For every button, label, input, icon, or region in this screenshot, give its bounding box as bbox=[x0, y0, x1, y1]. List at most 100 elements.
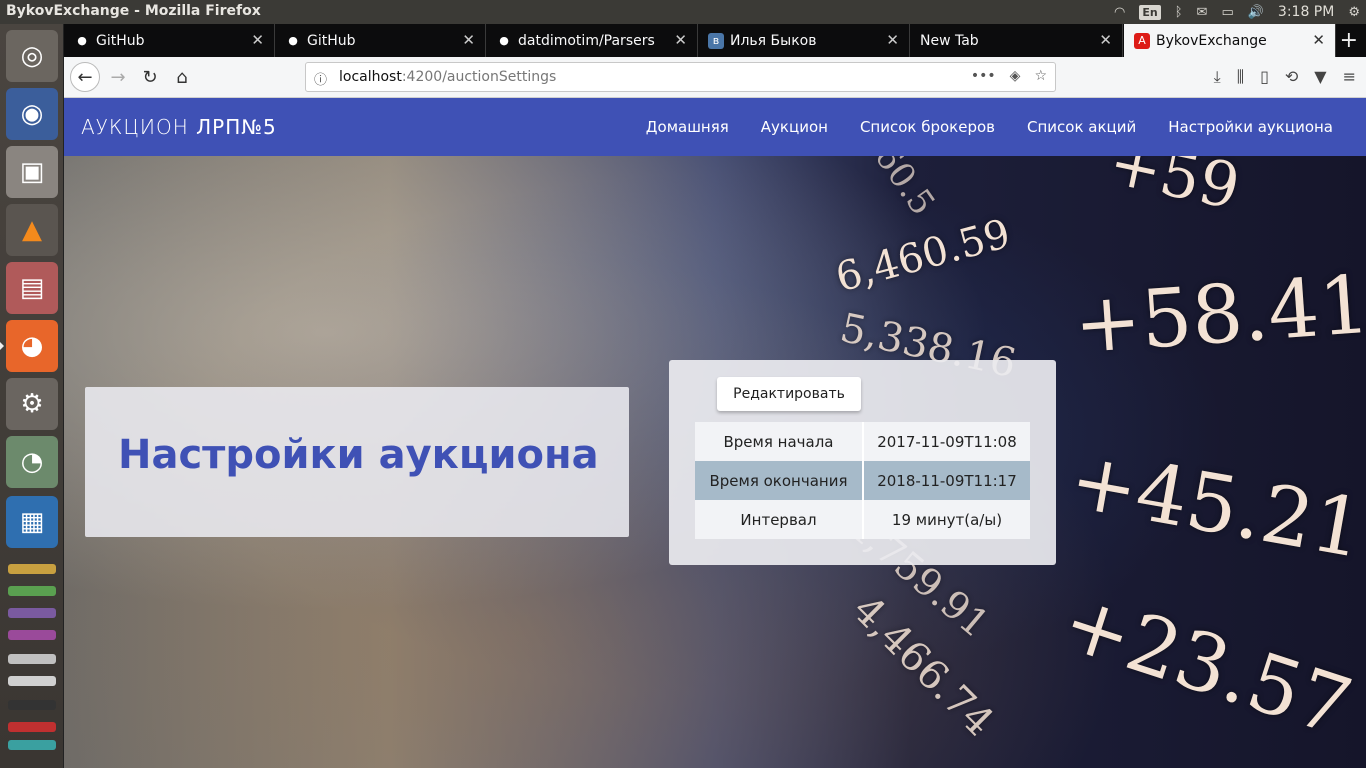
app-brand[interactable]: АУКЦИОН ЛРП№5 bbox=[81, 115, 277, 139]
back-arrow-icon[interactable]: ← bbox=[70, 62, 100, 92]
bg-ticker-number: 6,460.59 bbox=[831, 210, 1016, 302]
libreoffice-writer-icon[interactable]: ▦ bbox=[6, 496, 58, 548]
chromium-icon[interactable]: ◉ bbox=[6, 88, 58, 140]
table-row: Интервал 19 минут(а/ы) bbox=[695, 500, 1030, 539]
close-tab-icon[interactable]: ✕ bbox=[674, 31, 687, 49]
stacked-app-icon[interactable] bbox=[8, 630, 56, 640]
close-tab-icon[interactable]: ✕ bbox=[1312, 31, 1325, 49]
browser-tab-active[interactable]: A BykovExchange ✕ bbox=[1124, 24, 1336, 57]
library-icon[interactable]: ⫼ bbox=[1237, 67, 1244, 87]
sidebar-icon[interactable]: ▯ bbox=[1260, 67, 1269, 87]
vlc-icon[interactable]: ▲ bbox=[6, 204, 58, 256]
site-info-icon[interactable]: ⓘ bbox=[314, 69, 327, 88]
setting-value: 2018-11-09T11:17 bbox=[863, 461, 1030, 500]
edit-button[interactable]: Редактировать bbox=[717, 377, 861, 411]
stacked-app-icon[interactable] bbox=[8, 722, 56, 732]
nav-link-brokers[interactable]: Список брокеров bbox=[860, 118, 995, 136]
stacked-app-icon[interactable] bbox=[8, 676, 56, 686]
tab-label: New Tab bbox=[920, 32, 979, 49]
extension-icon[interactable]: ▼ bbox=[1314, 67, 1326, 87]
tab-label: GitHub bbox=[96, 32, 145, 49]
system-settings-icon[interactable]: ⚙ bbox=[6, 378, 58, 430]
settings-table: Время начала 2017-11-09T11:08 Время окон… bbox=[695, 422, 1030, 539]
home-icon[interactable]: ⌂ bbox=[168, 63, 196, 91]
tab-label: GitHub bbox=[307, 32, 356, 49]
tab-label: Илья Быков bbox=[730, 32, 817, 49]
setting-value: 2017-11-09T11:08 bbox=[863, 422, 1030, 461]
browser-tab[interactable]: ● GitHub ✕ bbox=[64, 24, 275, 57]
browser-tab[interactable]: New Tab ✕ bbox=[910, 24, 1123, 57]
nav-link-home[interactable]: Домашняя bbox=[646, 118, 729, 136]
download-icon[interactable]: ⤓ bbox=[1214, 67, 1221, 87]
stacked-terminal-icon[interactable] bbox=[8, 700, 56, 710]
setting-key: Время окончания bbox=[695, 461, 864, 500]
clock[interactable]: 3:18 PM bbox=[1278, 4, 1334, 20]
title-card: Настройки аукциона bbox=[85, 387, 629, 537]
bg-ticker-number: +23.57 bbox=[1051, 574, 1363, 755]
url-bar[interactable]: ⓘ localhost:4200/auctionSettings ••• ◈ ☆ bbox=[305, 62, 1056, 92]
tab-label: datdimotim/Parsers bbox=[518, 32, 655, 49]
sync-icon[interactable]: ⟲ bbox=[1285, 67, 1298, 87]
stacked-app-icon[interactable] bbox=[8, 608, 56, 618]
nav-link-auction[interactable]: Аукцион bbox=[761, 118, 828, 136]
bg-ticker-number: +45.21 bbox=[1063, 433, 1366, 576]
volume-icon[interactable]: 🔊 bbox=[1248, 5, 1264, 20]
keyboard-layout-indicator[interactable]: En bbox=[1139, 4, 1161, 20]
github-icon: ● bbox=[499, 34, 509, 47]
app-header: АУКЦИОН ЛРП№5 Домашняя Аукцион Список бр… bbox=[64, 98, 1366, 156]
software-center-icon[interactable]: ▣ bbox=[6, 146, 58, 198]
disk-usage-icon[interactable]: ◔ bbox=[6, 436, 58, 488]
mail-icon[interactable]: ✉ bbox=[1197, 5, 1208, 20]
tab-label: BykovExchange bbox=[1156, 32, 1267, 49]
table-row: Время начала 2017-11-09T11:08 bbox=[695, 422, 1030, 461]
brand-prefix: АУКЦИОН bbox=[81, 115, 197, 139]
wifi-icon[interactable]: ◠ bbox=[1114, 5, 1125, 20]
close-tab-icon[interactable]: ✕ bbox=[886, 31, 899, 49]
unity-launcher: ◎ ◉ ▣ ▲ ▤ ◕ ⚙ ◔ ▦ bbox=[0, 24, 64, 768]
stacked-app-icon[interactable] bbox=[8, 654, 56, 664]
stacked-app-icon[interactable] bbox=[8, 564, 56, 574]
browser-tab[interactable]: в Илья Быков ✕ bbox=[698, 24, 910, 57]
browser-tab[interactable]: ● GitHub ✕ bbox=[275, 24, 486, 57]
setting-key: Время начала bbox=[695, 422, 864, 461]
stacked-app-icon[interactable] bbox=[8, 586, 56, 596]
page-title: Настройки аукциона bbox=[118, 432, 599, 478]
firefox-icon[interactable]: ◕ bbox=[0, 320, 58, 372]
menu-hamburger-icon[interactable]: ≡ bbox=[1343, 67, 1356, 87]
url-path: :4200/auctionSettings bbox=[401, 69, 557, 85]
battery-icon[interactable]: ▭ bbox=[1221, 5, 1233, 20]
github-icon: ● bbox=[288, 34, 298, 47]
angular-icon: A bbox=[1134, 32, 1150, 49]
auction-settings-card: Редактировать Время начала 2017-11-09T11… bbox=[669, 360, 1056, 565]
close-tab-icon[interactable]: ✕ bbox=[462, 31, 475, 49]
settings-gear-icon[interactable]: ⚙ bbox=[1348, 5, 1360, 20]
close-tab-icon[interactable]: ✕ bbox=[251, 31, 264, 49]
navigation-toolbar: ← → ↻ ⌂ ⓘ localhost:4200/auctionSettings… bbox=[64, 57, 1366, 98]
system-top-panel: BykovExchange - Mozilla Firefox ◠ En ᛒ ✉… bbox=[0, 0, 1366, 24]
setting-key: Интервал bbox=[695, 500, 864, 539]
nav-link-stocks[interactable]: Список акций bbox=[1027, 118, 1136, 136]
forward-arrow-icon[interactable]: → bbox=[104, 63, 132, 91]
main-menu: Домашняя Аукцион Список брокеров Список … bbox=[646, 118, 1333, 136]
bookmark-star-icon[interactable]: ☆ bbox=[1034, 68, 1047, 84]
tab-strip: ● GitHub ✕ ● GitHub ✕ ● datdimotim/Parse… bbox=[64, 24, 1366, 57]
page-viewport: +59 5,260.5 6,460.59 +58.41 5,338.16 +45… bbox=[64, 98, 1366, 768]
new-tab-plus-icon[interactable]: + bbox=[1340, 28, 1358, 53]
window-title: BykovExchange - Mozilla Firefox bbox=[6, 3, 261, 19]
ubuntu-dash-icon[interactable]: ◎ bbox=[6, 30, 58, 82]
files-icon[interactable]: ▤ bbox=[6, 262, 58, 314]
system-tray: ◠ En ᛒ ✉ ▭ 🔊 3:18 PM ⚙ bbox=[1114, 0, 1360, 24]
toolbar-icons: ⤓ ⫼ ▯ ⟲ ▼ ≡ bbox=[1214, 67, 1356, 87]
pocket-icon[interactable]: ◈ bbox=[1010, 68, 1021, 84]
browser-tab[interactable]: ● datdimotim/Parsers ✕ bbox=[486, 24, 698, 57]
nav-link-auction-settings[interactable]: Настройки аукциона bbox=[1168, 118, 1333, 136]
stacked-app-icon[interactable] bbox=[8, 740, 56, 750]
reload-icon[interactable]: ↻ bbox=[136, 63, 164, 91]
page-actions-icon[interactable]: ••• bbox=[971, 68, 996, 84]
url-host: localhost bbox=[339, 69, 402, 85]
bg-ticker-number: +58.41 bbox=[1071, 257, 1366, 372]
vk-icon: в bbox=[708, 32, 724, 49]
bluetooth-icon[interactable]: ᛒ bbox=[1175, 5, 1183, 20]
close-tab-icon[interactable]: ✕ bbox=[1099, 31, 1112, 49]
setting-value: 19 минут(а/ы) bbox=[863, 500, 1030, 539]
